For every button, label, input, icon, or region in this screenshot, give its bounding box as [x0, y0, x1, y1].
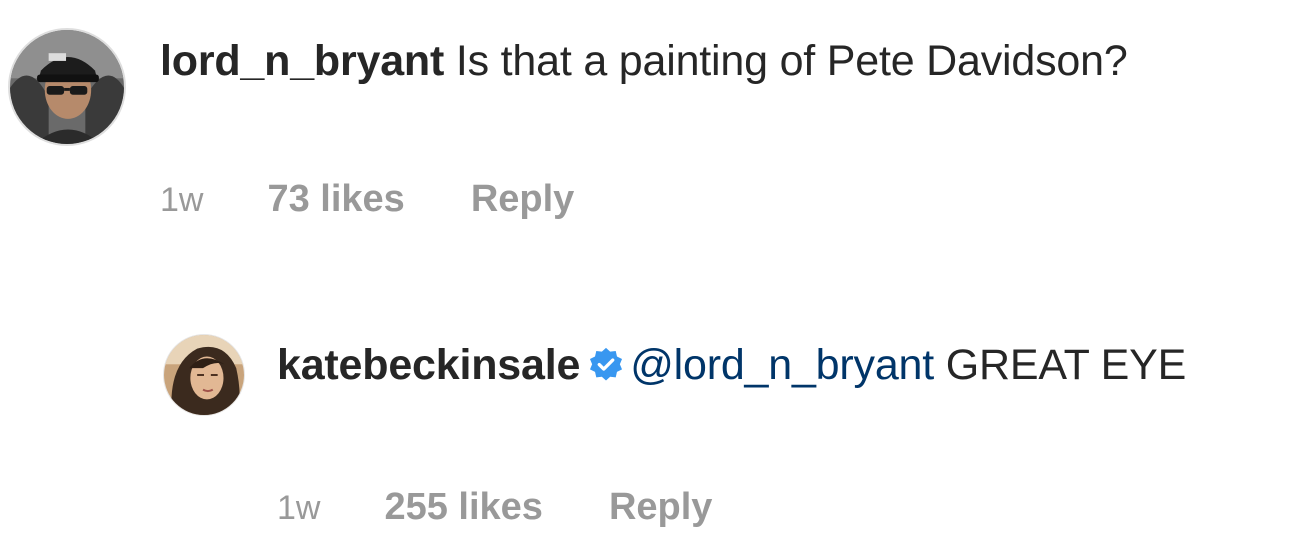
comment-username[interactable]: katebeckinsale	[277, 341, 580, 389]
reply-button[interactable]: Reply	[471, 178, 574, 221]
avatar[interactable]	[163, 334, 245, 416]
mention-link[interactable]: @lord_n_bryant	[630, 341, 934, 389]
comment-body: lord_n_bryant Is that a painting of Pete…	[160, 34, 1160, 88]
comment-body: katebeckinsale @lord_n_bryant GREAT EYE	[277, 338, 1287, 392]
comment-text: Is that a painting of Pete Davidson?	[444, 37, 1128, 85]
comment-username[interactable]: lord_n_bryant	[160, 37, 444, 85]
comment-meta: 1w 255 likes Reply	[277, 486, 712, 529]
comment-likes[interactable]: 255 likes	[384, 486, 542, 529]
avatar-image	[164, 335, 244, 415]
avatar-image	[10, 30, 124, 144]
avatar[interactable]	[8, 28, 126, 146]
comment-meta: 1w 73 likes Reply	[160, 178, 574, 221]
reply-button[interactable]: Reply	[609, 486, 712, 529]
comment-likes[interactable]: 73 likes	[267, 178, 404, 221]
comment-time: 1w	[277, 489, 321, 527]
comment-text: GREAT EYE	[934, 341, 1187, 389]
verified-badge-icon	[588, 347, 624, 383]
comment-time: 1w	[160, 181, 204, 219]
